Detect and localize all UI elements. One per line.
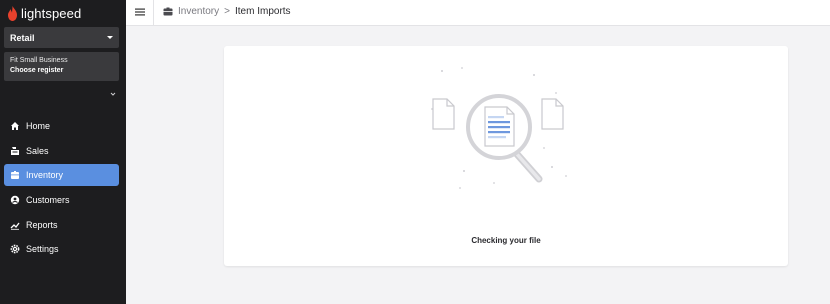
home-icon (10, 121, 20, 131)
hamburger-menu-icon[interactable] (135, 7, 145, 17)
top-bar: Inventory > Item Imports (126, 0, 830, 26)
sidebar-nav: Home Sales Inventory Customers Reports S… (4, 115, 119, 263)
topbar-divider (153, 0, 154, 26)
sidebar-item-label: Reports (26, 219, 58, 230)
sidebar-item-customers[interactable]: Customers (4, 189, 119, 211)
store-name: Fit Small Business (10, 57, 68, 64)
register-select[interactable]: Fit Small Business Choose register (4, 52, 119, 81)
flame-icon (8, 6, 17, 21)
sidebar-item-sales[interactable]: Sales (4, 140, 119, 162)
inventory-icon (10, 170, 20, 180)
caret-down-icon (107, 36, 113, 39)
inventory-box-icon (163, 7, 173, 16)
sidebar-item-label: Settings (26, 244, 59, 255)
sales-icon (10, 146, 20, 156)
sidebar: lightspeed Retail Fit Small Business Cho… (0, 0, 126, 304)
status-message: Checking your file (471, 236, 541, 245)
brand-name: lightspeed (21, 6, 82, 21)
customers-icon (10, 195, 20, 205)
sidebar-item-label: Inventory (26, 170, 64, 181)
breadcrumb: Inventory > Item Imports (163, 6, 291, 17)
sidebar-item-settings[interactable]: Settings (4, 238, 119, 260)
sidebar-item-inventory[interactable]: Inventory (4, 164, 119, 187)
sidebar-item-label: Sales (26, 145, 49, 156)
sidebar-item-home[interactable]: Home (4, 115, 119, 137)
lightspeed-logo[interactable]: lightspeed (7, 6, 81, 21)
chevron-down-icon[interactable] (110, 91, 116, 97)
breadcrumb-inventory-link[interactable]: Inventory (178, 6, 219, 17)
breadcrumb-current: Item Imports (234, 6, 291, 17)
settings-icon (10, 244, 20, 254)
register-label: Choose register (10, 67, 64, 74)
reports-icon (10, 220, 20, 230)
breadcrumb-separator: > (224, 6, 230, 17)
outlet-select-value: Retail (10, 32, 35, 43)
sidebar-item-reports[interactable]: Reports (4, 214, 119, 236)
file-search-illustration (431, 67, 567, 189)
sidebar-item-label: Home (26, 121, 51, 131)
import-status-card: Checking your file (224, 46, 788, 266)
sidebar-item-label: Customers (26, 195, 70, 206)
outlet-select[interactable]: Retail (4, 27, 119, 48)
